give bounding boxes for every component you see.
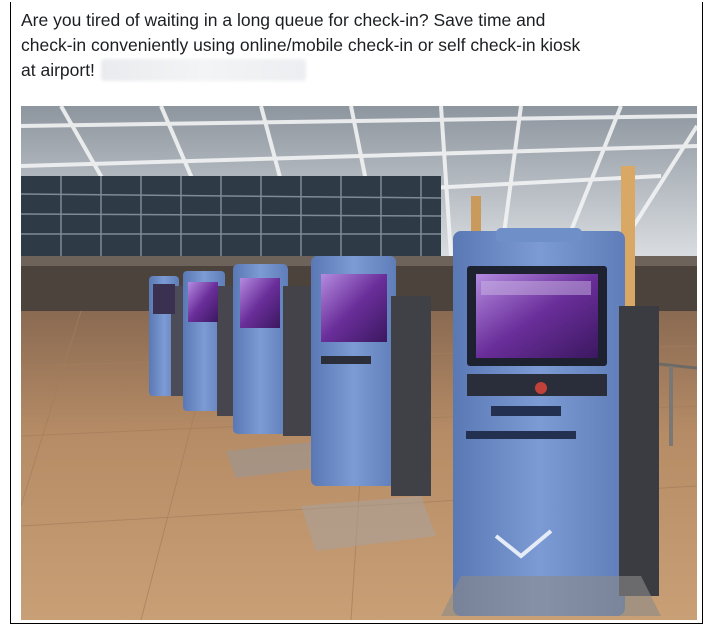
post-caption: Are you tired of waiting in a long queue… [21,8,691,83]
post-text-line-1: Are you tired of waiting in a long queue… [21,10,546,30]
post-text-line-3: at airport! [21,60,95,80]
post-text-line-2: check-in conveniently using online/mobil… [21,35,581,55]
redacted-link [100,59,306,81]
post-card: Are you tired of waiting in a long queue… [10,2,703,624]
kiosk-photo[interactable] [21,106,697,620]
